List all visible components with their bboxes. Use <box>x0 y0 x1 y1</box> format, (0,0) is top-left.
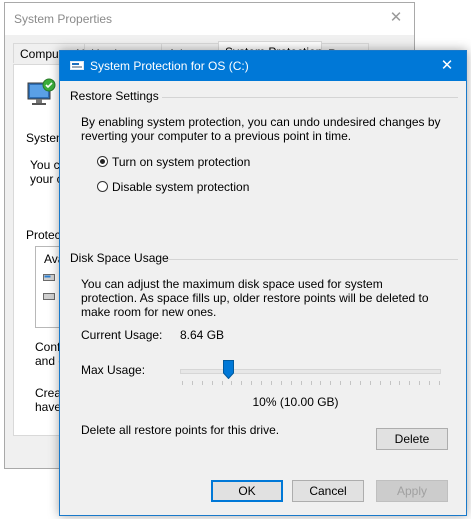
disk-space-description: You can adjust the maximum disk space us… <box>81 277 429 319</box>
radio-label: Disable system protection <box>112 180 250 194</box>
current-usage-value: 8.64 GB <box>180 328 225 342</box>
slider-tick <box>310 381 312 385</box>
radio-indicator[interactable] <box>97 156 108 167</box>
slider-tick <box>261 381 263 385</box>
slider-tick <box>379 381 381 385</box>
max-usage-readout: 10% (10.00 GB) <box>252 395 339 409</box>
slider-tick <box>182 381 183 385</box>
drive-icon <box>43 274 55 281</box>
radio-indicator[interactable] <box>97 181 108 192</box>
max-usage-slider-thumb[interactable] <box>222 360 234 379</box>
create-fragment-2: have <box>35 400 62 414</box>
slider-tick <box>191 381 193 385</box>
slider-tick <box>251 381 253 385</box>
cancel-button[interactable]: Cancel <box>292 480 364 502</box>
disk-space-usage-label: Disk Space Usage <box>70 251 169 265</box>
dialog-title: System Protection for OS (C:) <box>90 59 249 73</box>
close-icon[interactable]: ✕ <box>437 56 457 76</box>
slider-tick <box>231 381 233 385</box>
slider-tick <box>389 381 391 385</box>
slider-tick <box>221 381 223 385</box>
close-icon[interactable]: ✕ <box>386 8 406 28</box>
max-usage-label: Max Usage: <box>81 363 146 377</box>
drive-icon <box>43 293 55 300</box>
slider-tick <box>409 381 411 385</box>
delete-restore-points-text: Delete all restore points for this drive… <box>81 423 280 437</box>
slider-tick <box>320 381 322 385</box>
system-properties-title: System Properties <box>14 12 113 26</box>
turn-on-protection-radio[interactable]: Turn on system protection <box>97 155 277 171</box>
system-protection-dialog: System Protection for OS (C:) ✕ Restore … <box>59 50 467 516</box>
radio-label: Turn on system protection <box>112 155 251 169</box>
max-usage-slider-track[interactable] <box>180 369 441 374</box>
restore-settings-divider <box>162 97 458 98</box>
computer-shield-icon <box>27 78 56 105</box>
apply-button[interactable]: Apply <box>376 480 448 502</box>
disable-protection-radio[interactable]: Disable system protection <box>97 180 277 196</box>
slider-tick <box>290 381 292 385</box>
drive-icon <box>70 61 84 70</box>
slider-tick <box>280 381 282 385</box>
restore-settings-label: Restore Settings <box>70 89 159 103</box>
slider-tick <box>399 381 401 385</box>
slider-tick <box>350 381 352 385</box>
slider-tick <box>241 381 243 385</box>
system-properties-titlebar: System Properties ✕ <box>5 3 414 35</box>
disk-space-divider <box>164 259 458 260</box>
slider-tick <box>270 381 272 385</box>
slider-tick <box>369 381 371 385</box>
slider-tick <box>300 381 302 385</box>
slider-tick <box>340 381 342 385</box>
slider-tick <box>359 381 361 385</box>
slider-tick <box>419 381 421 385</box>
slider-tick <box>201 381 203 385</box>
dialog-titlebar: System Protection for OS (C:) ✕ <box>60 51 466 81</box>
slider-tick <box>429 381 431 385</box>
slider-tick <box>330 381 332 385</box>
slider-tick <box>211 381 213 385</box>
restore-settings-description: By enabling system protection, you can u… <box>81 115 441 143</box>
delete-button[interactable]: Delete <box>376 428 448 450</box>
ok-button[interactable]: OK <box>211 480 283 502</box>
slider-tick <box>439 381 440 385</box>
current-usage-label: Current Usage: <box>81 328 163 342</box>
